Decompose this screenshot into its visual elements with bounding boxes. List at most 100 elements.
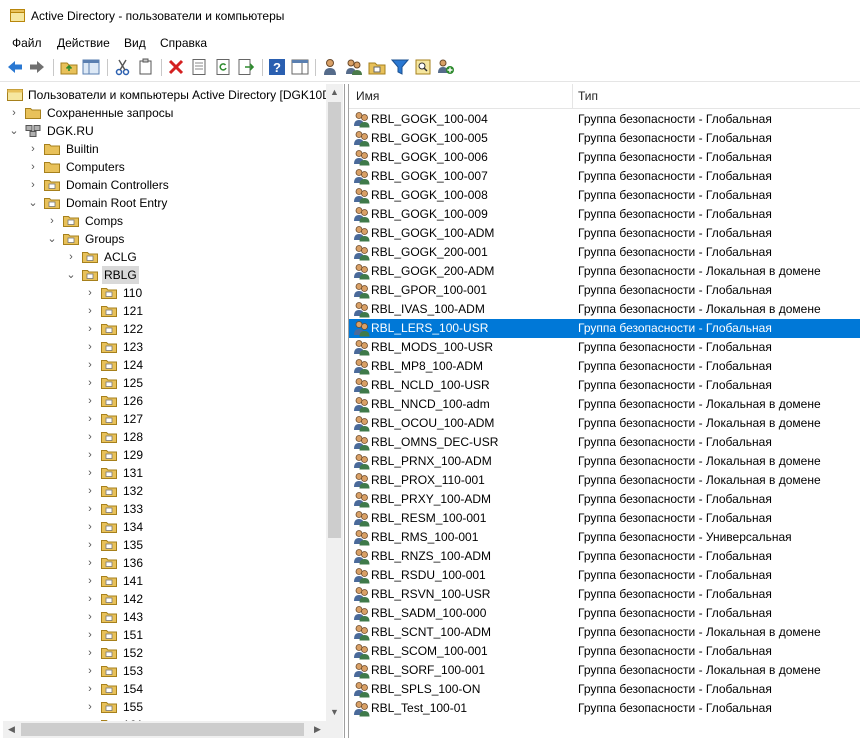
back-icon[interactable]	[6, 58, 24, 76]
refresh-icon[interactable]	[214, 58, 232, 76]
chevron-right-icon[interactable]: ›	[85, 482, 95, 500]
chevron-right-icon[interactable]: ›	[85, 410, 95, 428]
list-item[interactable]: RBL_GOGK_200-001 Группа безопасности - Гл…	[349, 243, 860, 262]
forward-icon[interactable]	[28, 58, 46, 76]
scroll-down-arrow-icon[interactable]: ▼	[326, 704, 343, 721]
menu-action[interactable]: Действие	[57, 36, 110, 50]
chevron-right-icon[interactable]: ›	[85, 662, 95, 680]
list-item[interactable]: RBL_GOGK_100-007 Группа безопасности - Гл…	[349, 167, 860, 186]
chevron-right-icon[interactable]: ›	[85, 590, 95, 608]
chevron-right-icon[interactable]: ›	[85, 626, 95, 644]
list-item[interactable]: RBL_SORF_100-001 Группа безопасности - Ло…	[349, 661, 860, 680]
chevron-right-icon[interactable]: ›	[85, 698, 95, 716]
export-list-icon[interactable]	[237, 58, 255, 76]
list-item[interactable]: RBL_GOGK_200-ADM Группа безопасности - Ло…	[349, 262, 860, 281]
list-item[interactable]: RBL_PROX_110-001 Группа безопасности - Ло…	[349, 471, 860, 490]
chevron-right-icon[interactable]: ›	[85, 518, 95, 536]
list-item[interactable]: RBL_RNZS_100-ADM Группа безопасности - Гл…	[349, 547, 860, 566]
menu-view[interactable]: Вид	[124, 36, 146, 50]
chevron-right-icon[interactable]: ›	[85, 446, 95, 464]
scroll-thumb[interactable]	[21, 723, 304, 736]
list-item[interactable]: RBL_SPLS_100-ON Группа безопасности - Гло…	[349, 680, 860, 699]
new-user-icon[interactable]	[322, 58, 340, 76]
chevron-down-icon[interactable]: ⌄	[47, 230, 57, 248]
help-icon[interactable]: ?	[268, 58, 286, 76]
chevron-right-icon[interactable]: ›	[85, 464, 95, 482]
list-item[interactable]: RBL_RSVN_100-USR Группа безопасности - Гл…	[349, 585, 860, 604]
list-item[interactable]: RBL_GOGK_100-006 Группа безопасности - Гл…	[349, 148, 860, 167]
chevron-down-icon[interactable]: ⌄	[66, 266, 76, 284]
chevron-right-icon[interactable]: ›	[85, 608, 95, 626]
list-item[interactable]: RBL_GOGK_100-005 Группа безопасности - Гл…	[349, 129, 860, 148]
chevron-right-icon[interactable]: ›	[85, 374, 95, 392]
list-item[interactable]: RBL_PRXY_100-ADM Группа безопасности - Гл…	[349, 490, 860, 509]
chevron-right-icon[interactable]: ›	[9, 104, 19, 122]
list-item[interactable]: RBL_NNCD_100-adm Группа безопасности - Ло…	[349, 395, 860, 414]
chevron-down-icon[interactable]: ⌄	[28, 194, 38, 212]
scroll-thumb[interactable]	[328, 102, 341, 538]
list-item[interactable]: RBL_RESM_100-001 Группа безопасности - Гл…	[349, 509, 860, 528]
tree-vertical-scrollbar[interactable]: ▲ ▼	[326, 84, 343, 721]
find-icon[interactable]	[414, 58, 432, 76]
chevron-right-icon[interactable]: ›	[85, 554, 95, 572]
column-name-header[interactable]: Имя	[356, 84, 379, 108]
list-item[interactable]: RBL_RMS_100-001 Группа безопасности - Уни…	[349, 528, 860, 547]
chevron-right-icon[interactable]: ›	[85, 500, 95, 518]
scroll-right-arrow-icon[interactable]: ▶	[309, 721, 326, 738]
list-item[interactable]: RBL_RSDU_100-001 Группа безопасности - Гл…	[349, 566, 860, 585]
chevron-right-icon[interactable]: ›	[85, 356, 95, 374]
chevron-right-icon[interactable]: ›	[85, 428, 95, 446]
new-ou-icon[interactable]	[368, 58, 386, 76]
cut-icon[interactable]	[114, 58, 132, 76]
chevron-right-icon[interactable]: ›	[85, 284, 95, 302]
show-console-tree-icon[interactable]	[82, 58, 100, 76]
column-type-header[interactable]: Тип	[578, 84, 598, 108]
chevron-right-icon[interactable]: ›	[85, 644, 95, 662]
chevron-right-icon[interactable]: ›	[85, 338, 95, 356]
new-group-icon[interactable]	[345, 58, 363, 76]
list-item[interactable]: RBL_GOGK_100-004 Группа безопасности - Гл…	[349, 110, 860, 129]
list-item[interactable]: RBL_MP8_100-ADM Группа безопасности - Гло…	[349, 357, 860, 376]
scroll-left-arrow-icon[interactable]: ◀	[3, 721, 20, 738]
list-item[interactable]: RBL_GPOR_100-001 Группа безопасности - Гл…	[349, 281, 860, 300]
menu-help[interactable]: Справка	[160, 36, 207, 50]
list-item[interactable]: RBL_OCOU_100-ADM Группа безопасности - Ло…	[349, 414, 860, 433]
list-item[interactable]: RBL_GOGK_100-008 Группа безопасности - Гл…	[349, 186, 860, 205]
scroll-up-arrow-icon[interactable]: ▲	[326, 84, 343, 101]
list-item[interactable]: RBL_SCNT_100-ADM Группа безопасности - Ло…	[349, 623, 860, 642]
properties-icon[interactable]	[190, 58, 208, 76]
chevron-right-icon[interactable]: ›	[85, 680, 95, 698]
list-item[interactable]: RBL_GOGK_100-ADM Группа безопасности - Гл…	[349, 224, 860, 243]
chevron-right-icon[interactable]: ›	[66, 248, 76, 266]
list-item[interactable]: RBL_LERS_100-USR Группа безопасности - Гл…	[349, 319, 860, 338]
chevron-right-icon[interactable]: ›	[85, 320, 95, 338]
list-item[interactable]: RBL_Test_100-01 Группа безопасности - Гло…	[349, 699, 860, 718]
chevron-right-icon[interactable]: ›	[85, 392, 95, 410]
menu-file[interactable]: Файл	[12, 36, 42, 50]
result-pane[interactable]: Имя Тип RBL_GOGK_100-004 Группа безопасно…	[348, 84, 860, 738]
column-divider[interactable]	[572, 84, 573, 108]
chevron-down-icon[interactable]: ⌄	[9, 122, 19, 140]
show-action-pane-icon[interactable]	[291, 58, 309, 76]
list-item[interactable]: RBL_GOGK_100-009 Группа безопасности - Гл…	[349, 205, 860, 224]
add-to-group-icon[interactable]	[437, 58, 455, 76]
chevron-right-icon[interactable]: ›	[28, 140, 38, 158]
list-item[interactable]: RBL_SADM_100-000 Группа безопасности - Гл…	[349, 604, 860, 623]
list-item[interactable]: RBL_OMNS_DEC-USR Группа безопасности - Гл…	[349, 433, 860, 452]
console-tree[interactable]: Пользователи и компьютеры Active Directo…	[3, 84, 345, 738]
list-item[interactable]: RBL_IVAS_100-ADM Группа безопасности - Ло…	[349, 300, 860, 319]
chevron-right-icon[interactable]: ›	[85, 572, 95, 590]
list-item[interactable]: RBL_PRNX_100-ADM Группа безопасности - Ло…	[349, 452, 860, 471]
copy-icon[interactable]	[137, 58, 155, 76]
list-item[interactable]: RBL_NCLD_100-USR Группа безопасности - Гл…	[349, 376, 860, 395]
chevron-right-icon[interactable]: ›	[85, 302, 95, 320]
chevron-right-icon[interactable]: ›	[47, 212, 57, 230]
chevron-right-icon[interactable]: ›	[28, 158, 38, 176]
list-item[interactable]: RBL_MODS_100-USR Группа безопасности - Гл…	[349, 338, 860, 357]
chevron-right-icon[interactable]: ›	[28, 176, 38, 194]
delete-icon[interactable]	[167, 58, 185, 76]
filter-icon[interactable]	[391, 58, 409, 76]
up-folder-icon[interactable]	[60, 58, 78, 76]
tree-horizontal-scrollbar[interactable]: ◀ ▶	[3, 721, 343, 738]
list-item[interactable]: RBL_SCOM_100-001 Группа безопасности - Гл…	[349, 642, 860, 661]
